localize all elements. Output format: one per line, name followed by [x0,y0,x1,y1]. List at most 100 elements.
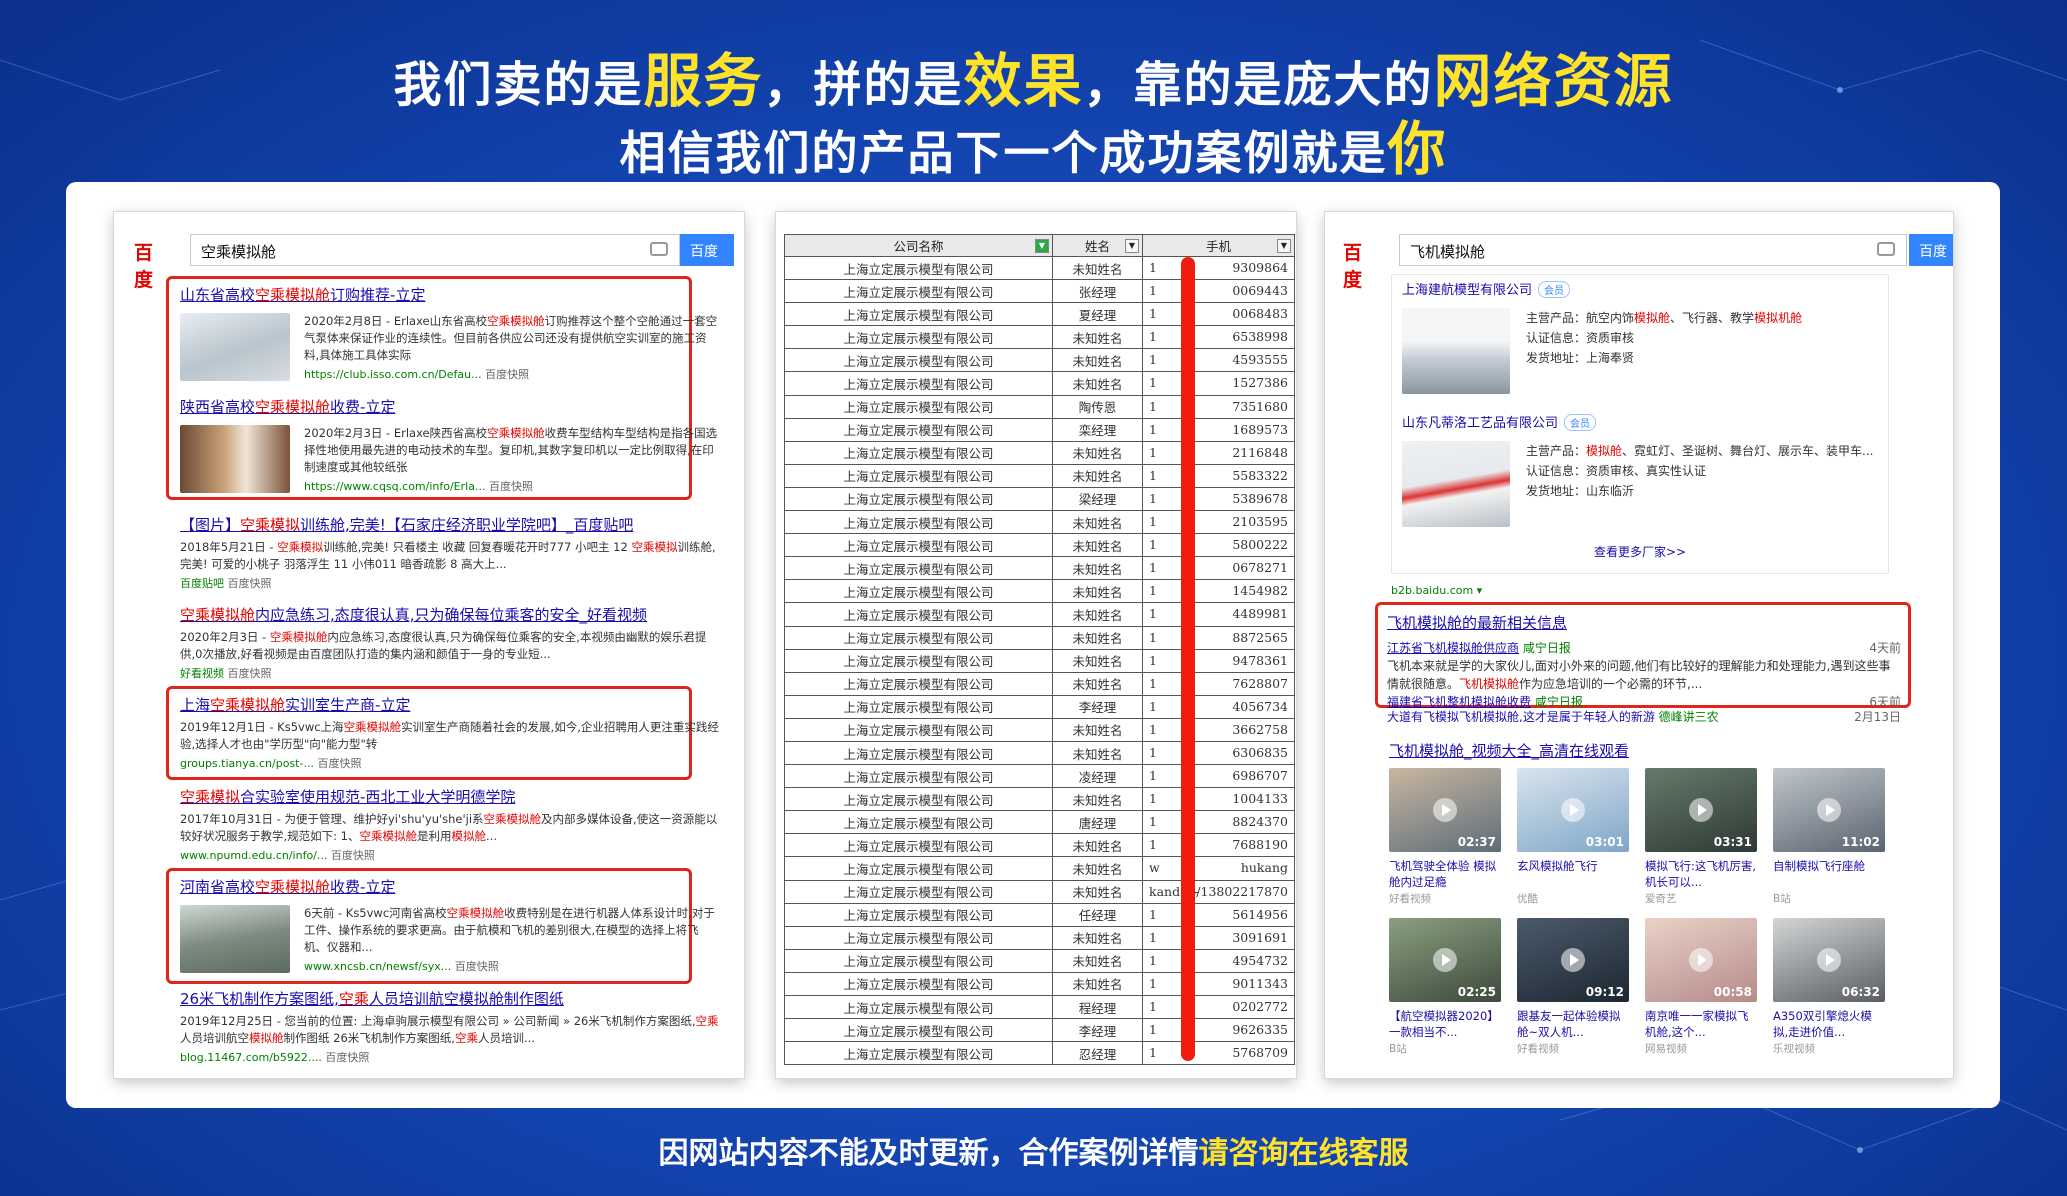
name-cell[interactable]: 夏经理 [1052,302,1143,327]
company-cell[interactable]: 上海立定展示模型有限公司 [784,302,1053,327]
phone-cell[interactable]: w hukang [1142,856,1295,881]
play-icon[interactable] [1689,798,1713,822]
table-row[interactable]: 上海立定展示模型有限公司 未知姓名 1 4489981 [784,602,1295,627]
table-row[interactable]: 上海立定展示模型有限公司 未知姓名 w hukang [784,856,1295,881]
company-cell[interactable]: 上海立定展示模型有限公司 [784,787,1053,812]
news-block-title[interactable]: 飞机模拟舱的最新相关信息 [1387,612,1901,633]
play-icon[interactable] [1433,948,1457,972]
name-cell[interactable]: 未知姓名 [1052,717,1143,742]
result-thumbnail[interactable] [180,425,290,493]
table-row[interactable]: 上海立定展示模型有限公司 梁经理 1 5389678 [784,486,1295,512]
name-cell[interactable]: 未知姓名 [1052,440,1143,465]
table-row[interactable]: 上海立定展示模型有限公司 夏经理 1 0068483 [784,302,1295,327]
supplier-link[interactable]: 上海建航模型有限公司 会员 [1402,279,1878,298]
name-cell[interactable]: 栾经理 [1052,417,1143,442]
video-thumbnail[interactable]: 02:25 [1389,918,1501,1002]
table-row[interactable]: 上海立定展示模型有限公司 陶传恩 1 7351680 [784,394,1295,419]
more-suppliers-link[interactable]: 查看更多厂家>> [1402,543,1878,560]
name-cell[interactable]: 李经理 [1052,1018,1143,1043]
company-cell[interactable]: 上海立定展示模型有限公司 [784,740,1053,766]
cached-link[interactable]: 百度快照 [485,368,529,381]
result-title-link[interactable]: 河南省高校空乘模拟舱收费-立定 [180,876,720,897]
phone-cell[interactable]: kandao- 6/13802217870 [1142,879,1295,904]
table-row[interactable]: 上海立定展示模型有限公司 未知姓名 1 5583322 [784,463,1295,488]
phone-cell[interactable]: 1 6538998 [1142,325,1295,350]
name-cell[interactable]: 未知姓名 [1052,833,1143,858]
phone-cell[interactable]: 1 6306835 [1142,740,1295,766]
phone-cell[interactable]: 1 0069443 [1142,279,1295,304]
phone-cell[interactable]: 1 2103595 [1142,510,1295,535]
company-cell[interactable]: 上海立定展示模型有限公司 [784,279,1053,304]
name-cell[interactable]: 李经理 [1052,694,1143,719]
company-cell[interactable]: 上海立定展示模型有限公司 [784,833,1053,858]
result-url[interactable]: 好看视频 [180,667,224,680]
video-title-link[interactable]: 跟基友一起体验模拟舱~双人机... [1517,1008,1629,1040]
table-row[interactable]: 上海立定展示模型有限公司 未知姓名 1 5800222 [784,533,1295,558]
camera-icon[interactable] [650,242,668,256]
company-cell[interactable]: 上海立定展示模型有限公司 [784,486,1053,512]
result-title-link[interactable]: 山东省高校空乘模拟舱订购推荐-立定 [180,284,720,305]
video-item[interactable]: 11:02 自制模拟飞行座舱 B站 [1773,768,1885,906]
table-row[interactable]: 上海立定展示模型有限公司 未知姓名 1 2103595 [784,510,1295,535]
phone-cell[interactable]: 1 1454982 [1142,579,1295,604]
cached-link[interactable]: 百度快照 [331,849,375,862]
table-row[interactable]: 上海立定展示模型有限公司 未知姓名 1 9478361 [784,648,1295,673]
table-row[interactable]: 上海立定展示模型有限公司 未知姓名 1 7628807 [784,671,1295,696]
video-thumbnail[interactable]: 03:01 [1517,768,1629,852]
company-cell[interactable]: 上海立定展示模型有限公司 [784,1041,1053,1066]
phone-cell[interactable]: 1 9626335 [1142,1018,1295,1043]
phone-cell[interactable]: 1 2116848 [1142,440,1295,465]
table-row[interactable]: 上海立定展示模型有限公司 李经理 1 4056734 [784,694,1295,719]
table-row[interactable]: 上海立定展示模型有限公司 凌经理 1 6986707 [784,764,1295,789]
phone-cell[interactable]: 1 4954732 [1142,948,1295,973]
phone-cell[interactable]: 1 7688190 [1142,833,1295,858]
video-title-link[interactable]: 自制模拟飞行座舱 [1773,858,1885,890]
company-cell[interactable]: 上海立定展示模型有限公司 [784,325,1053,350]
company-cell[interactable]: 上海立定展示模型有限公司 [784,440,1053,465]
supplier-thumbnail[interactable] [1402,308,1510,394]
name-cell[interactable]: 忍经理 [1052,1041,1143,1066]
name-cell[interactable]: 未知姓名 [1052,879,1143,904]
name-cell[interactable]: 凌经理 [1052,764,1143,789]
phone-cell[interactable]: 1 5800222 [1142,533,1295,558]
company-cell[interactable]: 上海立定展示模型有限公司 [784,810,1053,835]
company-cell[interactable]: 上海立定展示模型有限公司 [784,625,1053,650]
table-row[interactable]: 上海立定展示模型有限公司 栾经理 1 1689573 [784,417,1295,442]
table-row[interactable]: 上海立定展示模型有限公司 忍经理 1 5768709 [784,1041,1295,1066]
table-row[interactable]: 上海立定展示模型有限公司 未知姓名 1 9011343 [784,971,1295,997]
table-row[interactable]: 上海立定展示模型有限公司 未知姓名 1 6538998 [784,325,1295,350]
table-row[interactable]: 上海立定展示模型有限公司 张经理 1 0069443 [784,279,1295,304]
phone-cell[interactable]: 1 1004133 [1142,787,1295,812]
name-cell[interactable]: 未知姓名 [1052,556,1143,581]
company-cell[interactable]: 上海立定展示模型有限公司 [784,902,1053,927]
video-item[interactable]: 06:32 A350双引擎熄火模拟,走进价值... 乐视视频 [1773,918,1885,1056]
company-cell[interactable]: 上海立定展示模型有限公司 [784,510,1053,535]
table-row[interactable]: 上海立定展示模型有限公司 未知姓名 1 4593555 [784,348,1295,373]
table-row[interactable]: 上海立定展示模型有限公司 未知姓名 1 1454982 [784,579,1295,604]
video-item[interactable]: 02:25 【航空模拟器2020】一款相当不... B站 [1389,918,1501,1056]
name-cell[interactable]: 未知姓名 [1052,579,1143,604]
name-cell[interactable]: 未知姓名 [1052,787,1143,812]
cached-link[interactable]: 百度快照 [317,757,361,770]
search-button[interactable]: 百度 [1909,234,1953,266]
name-cell[interactable]: 未知姓名 [1052,671,1143,696]
company-cell[interactable]: 上海立定展示模型有限公司 [784,648,1053,673]
table-row[interactable]: 上海立定展示模型有限公司 未知姓名 1 3662758 [784,717,1295,742]
result-thumbnail[interactable] [180,313,290,381]
phone-cell[interactable]: 1 5768709 [1142,1041,1295,1066]
company-cell[interactable]: 上海立定展示模型有限公司 [784,1018,1053,1043]
video-thumbnail[interactable]: 06:32 [1773,918,1885,1002]
phone-cell[interactable]: 1 0202772 [1142,994,1295,1020]
search-input[interactable]: 空乘模拟舱 [190,234,680,266]
video-title-link[interactable]: 南京唯一一家模拟飞机舱,这个... [1645,1008,1757,1040]
name-cell[interactable]: 未知姓名 [1052,325,1143,350]
result-title-link[interactable]: 空乘模拟合实验室使用规范-西北工业大学明德学院 [180,786,720,807]
phone-cell[interactable]: 1 7628807 [1142,671,1295,696]
company-cell[interactable]: 上海立定展示模型有限公司 [784,925,1053,950]
video-title-link[interactable]: 飞机驾驶全体验 模拟舱内过足瘾 [1389,858,1501,890]
result-title-link[interactable]: 【图片】空乘模拟训练舱,完美!【石家庄经济职业学院吧】_百度贴吧 [180,514,720,535]
video-section-title[interactable]: 飞机模拟舱_视频大全_高清在线观看 [1389,740,1629,761]
video-thumbnail[interactable]: 09:12 [1517,918,1629,1002]
camera-icon[interactable] [1877,242,1895,256]
video-thumbnail[interactable]: 02:37 [1389,768,1501,852]
